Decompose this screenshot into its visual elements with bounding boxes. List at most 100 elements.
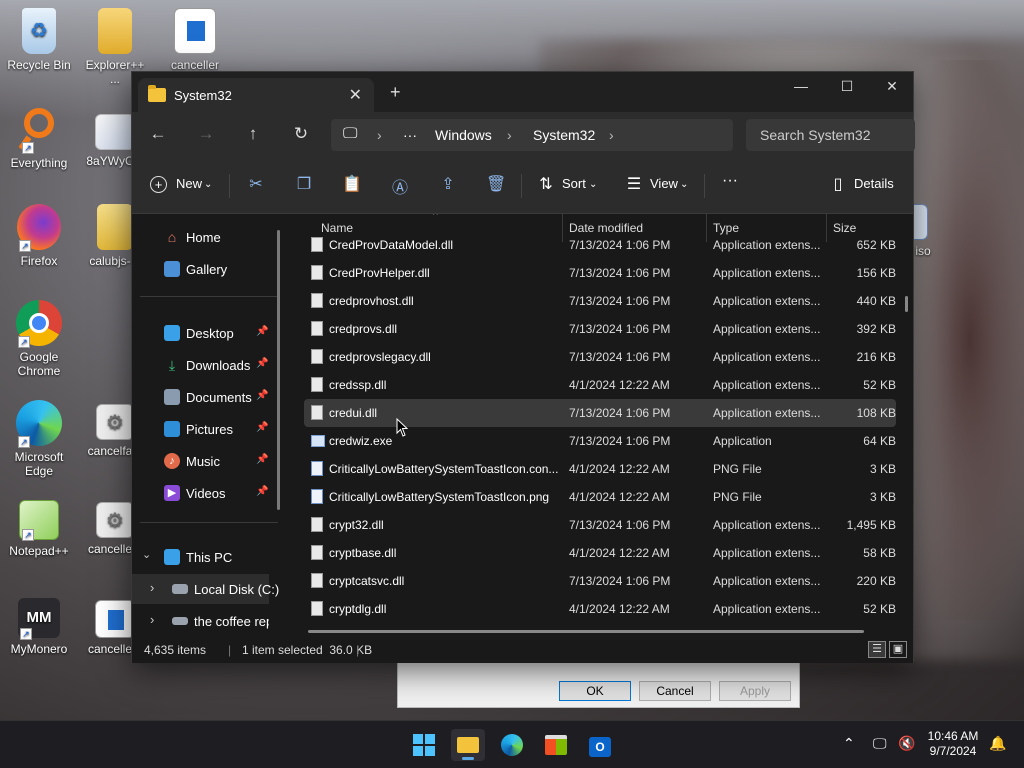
tiles-view-icon[interactable]: ▣ — [889, 641, 907, 658]
music-icon: ♪ — [164, 453, 180, 469]
drive-icon — [172, 584, 188, 594]
nav-network-drive[interactable]: › the coffee repo — [132, 606, 269, 636]
desktop-icon-canceller[interactable]: canceller — [160, 8, 230, 72]
desktop-icon-chrome[interactable]: ↗ Google Chrome — [4, 300, 74, 378]
dll-file-icon — [311, 601, 323, 616]
desktop-icon-everything[interactable]: ↗ Everything — [4, 106, 74, 170]
cancel-button[interactable]: Cancel — [639, 681, 711, 701]
start-button[interactable] — [407, 729, 441, 761]
dll-file-icon — [311, 405, 323, 420]
desktop-icon-notepadpp[interactable]: ↗ Notepad++ — [4, 500, 74, 558]
desktop-icon-recycle-bin[interactable]: ♻ Recycle Bin — [4, 8, 74, 72]
png-file-icon — [311, 489, 323, 504]
windows-logo-icon — [413, 734, 435, 756]
clock-time: 10:46 AM — [927, 729, 979, 743]
file-row[interactable]: CriticallyLowBatterySystemToastIcon.con.… — [304, 455, 896, 483]
nav-this-pc[interactable]: ⌄ This PC — [132, 542, 282, 572]
shortcut-arrow-icon: ↗ — [22, 529, 34, 541]
file-row[interactable]: cryptbase.dll 4/1/2024 12:22 AM Applicatio… — [304, 539, 896, 567]
more-crumbs-button[interactable]: ··· — [403, 127, 417, 143]
file-row[interactable]: cryptdlg.dll 4/1/2024 12:22 AM Application… — [304, 595, 896, 623]
file-explorer-icon — [457, 737, 479, 753]
new-tab-button[interactable]: + — [390, 82, 401, 103]
share-icon[interactable]: ⇪ — [438, 174, 458, 194]
nav-videos[interactable]: ▶ Videos 📌 — [132, 478, 282, 508]
file-row[interactable]: CriticallyLowBatterySystemToastIcon.png 4… — [304, 483, 896, 511]
chevron-right-icon: › — [150, 580, 155, 595]
more-options-button[interactable]: ··· — [722, 172, 738, 190]
notification-bell-icon[interactable]: 🔔 — [989, 735, 1006, 752]
up-arrow-icon[interactable]: ↑ — [240, 124, 266, 144]
system-clock[interactable]: 10:46 AM 9/7/2024 — [918, 729, 988, 759]
file-row[interactable]: credprovs.dll 7/13/2024 1:06 PM Applicatio… — [304, 315, 896, 343]
nav-scrollbar[interactable] — [277, 230, 280, 510]
new-button[interactable]: New — [176, 176, 202, 191]
taskbar-edge[interactable] — [495, 729, 529, 761]
nav-gallery[interactable]: Gallery — [132, 254, 282, 284]
sort-button[interactable]: Sort — [562, 176, 586, 191]
taskbar-file-explorer[interactable] — [451, 729, 485, 761]
close-tab-icon[interactable]: ✕ — [349, 85, 362, 105]
view-button[interactable]: View — [650, 176, 678, 191]
file-row[interactable]: credssp.dll 4/1/2024 12:22 AM Application … — [304, 371, 896, 399]
rename-icon[interactable]: Ⓐ — [390, 174, 410, 197]
file-row[interactable]: credprovslegacy.dll 7/13/2024 1:06 PM Appl… — [304, 343, 896, 371]
breadcrumb-windows[interactable]: Windows — [435, 127, 492, 143]
tab-system32[interactable]: System32 ✕ — [138, 78, 374, 112]
close-button[interactable]: ✕ — [869, 78, 915, 95]
file-row[interactable]: CredProvDataModel.dll 7/13/2024 1:06 PM Ap… — [304, 231, 896, 259]
file-list-vertical-scrollbar[interactable] — [905, 296, 908, 312]
nav-downloads[interactable]: ⤓ Downloads 📌 — [132, 350, 282, 380]
document-icon — [95, 600, 135, 638]
copy-icon[interactable]: ❐ — [294, 174, 314, 194]
file-row[interactable]: credprovhost.dll 7/13/2024 1:06 PM Applica… — [304, 287, 896, 315]
nav-divider — [140, 296, 278, 297]
desktop-icon-mymonero[interactable]: MM ↗ MyMonero — [4, 598, 74, 656]
file-size: 652 KB — [856, 238, 896, 252]
address-bar[interactable]: 🖵 › ··· Windows › System32 › — [331, 119, 733, 151]
delete-icon[interactable]: 🗑 — [486, 174, 506, 194]
tab-title: System32 — [174, 88, 232, 103]
search-input[interactable]: Search System32 — [746, 119, 915, 151]
apply-button[interactable]: Apply — [719, 681, 791, 701]
ok-button[interactable]: OK — [559, 681, 631, 701]
file-list-horizontal-scrollbar[interactable] — [308, 630, 864, 633]
refresh-icon[interactable]: ↻ — [288, 124, 314, 144]
breadcrumb-system32[interactable]: System32 — [533, 127, 595, 143]
file-type: Application extens... — [713, 266, 821, 280]
paste-icon[interactable]: 📋 — [342, 174, 362, 194]
file-row[interactable]: crypt32.dll 7/13/2024 1:06 PM Application … — [304, 511, 896, 539]
cut-icon[interactable]: ✂ — [246, 174, 266, 194]
dll-file-icon — [311, 321, 323, 336]
desktop-icon-edge[interactable]: ↗ Microsoft Edge — [4, 400, 74, 478]
taskbar-outlook[interactable]: O — [583, 729, 617, 761]
file-row[interactable]: credui.dll 7/13/2024 1:06 PM Application e… — [304, 399, 896, 427]
maximize-button[interactable]: ☐ — [824, 78, 870, 95]
desktop-icon-label: canceller — [170, 58, 220, 72]
desktop-icon-label: Google Chrome — [17, 350, 61, 378]
details-view-icon[interactable]: ☰ — [868, 641, 886, 658]
network-icon[interactable]: 🖵 — [873, 735, 887, 752]
details-button[interactable]: Details — [854, 176, 894, 191]
nav-music[interactable]: ♪ Music 📌 — [132, 446, 282, 476]
file-date-modified: 4/1/2024 12:22 AM — [569, 602, 670, 616]
back-arrow-icon[interactable]: ← — [145, 124, 171, 144]
toolbar-divider — [229, 174, 230, 198]
file-type: Application extens... — [713, 238, 821, 252]
nav-pictures[interactable]: Pictures 📌 — [132, 414, 282, 444]
forward-arrow-icon[interactable]: → — [193, 124, 219, 144]
nav-local-disk[interactable]: › Local Disk (C:) — [132, 574, 279, 604]
taskbar-store[interactable] — [539, 729, 573, 761]
nav-home[interactable]: ⌂ Home — [132, 222, 282, 252]
minimize-button[interactable]: — — [778, 78, 824, 94]
shortcut-arrow-icon: ↗ — [20, 628, 32, 640]
volume-muted-icon[interactable]: 🔇 — [898, 735, 915, 752]
nav-documents[interactable]: Documents 📌 — [132, 382, 282, 412]
desktop-icon-firefox[interactable]: ↗ Firefox — [4, 204, 74, 268]
file-row[interactable]: cryptcatsvc.dll 7/13/2024 1:06 PM Applicat… — [304, 567, 896, 595]
show-hidden-icons-chevron-up-icon[interactable]: ⌃ — [843, 735, 855, 752]
pin-icon: 📌 — [256, 454, 269, 465]
file-row[interactable]: credwiz.exe 7/13/2024 1:06 PM Application 6… — [304, 427, 896, 455]
file-row[interactable]: CredProvHelper.dll 7/13/2024 1:06 PM Appli… — [304, 259, 896, 287]
nav-desktop[interactable]: Desktop 📌 — [132, 318, 282, 348]
